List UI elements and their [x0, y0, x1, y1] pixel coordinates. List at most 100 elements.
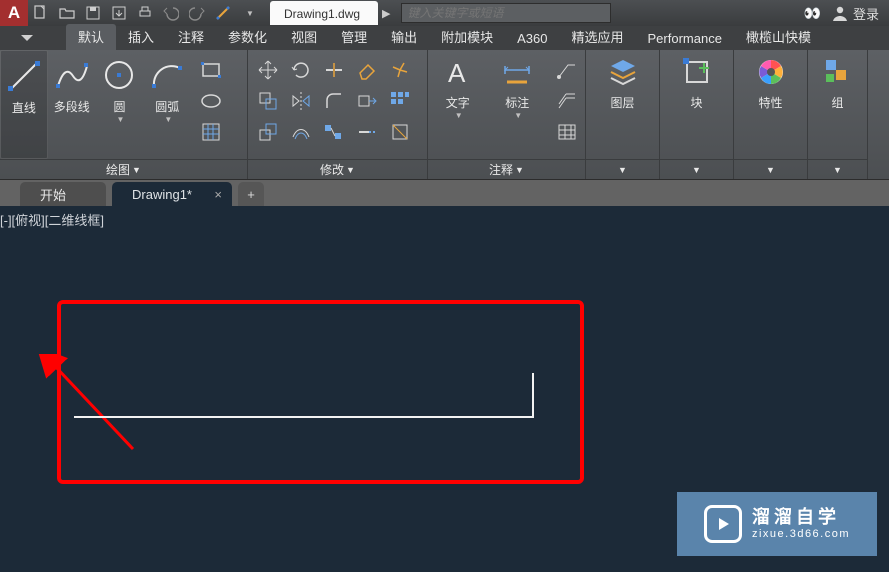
panel-draw-title[interactable]: 绘图▼ [0, 159, 247, 179]
tool-circle[interactable]: 圆▼ [96, 50, 144, 159]
tool-trim[interactable] [320, 56, 348, 84]
file-tab-new[interactable]: + [238, 182, 264, 206]
ribbon: 直线 多段线 圆▼ 圆弧▼ 绘图▼ [0, 50, 889, 180]
tool-offset[interactable] [287, 118, 315, 146]
ribbon-tab-insert[interactable]: 插入 [116, 24, 166, 50]
tool-mirror[interactable] [287, 87, 315, 115]
tool-dimension-label: 标注 [505, 94, 529, 111]
tool-layer[interactable]: 图层 [593, 50, 653, 159]
tool-block[interactable]: 块 [667, 50, 727, 159]
file-tab-strip: 开始 Drawing1* × + [0, 180, 889, 206]
ribbon-tab-output[interactable]: 输出 [379, 24, 429, 50]
qat-undo-icon[interactable] [159, 2, 183, 24]
tool-text-label: 文字 [446, 94, 470, 111]
tool-arc[interactable]: 圆弧▼ [143, 50, 191, 159]
tool-rotate[interactable] [287, 56, 315, 84]
watermark-brand: 溜溜自学 [752, 507, 850, 529]
tool-circle-label: 圆 [113, 98, 125, 115]
drawn-line-horizontal [74, 416, 534, 418]
tool-rectangle[interactable] [197, 56, 225, 84]
ribbon-tab-featured[interactable]: 精选应用 [560, 24, 636, 50]
panel-block-title[interactable]: ▼ [660, 159, 733, 179]
ribbon-tab-performance[interactable]: Performance [636, 28, 734, 50]
tool-stretch[interactable] [353, 87, 381, 115]
qat-new-icon[interactable] [29, 2, 53, 24]
user-icon[interactable] [831, 4, 849, 22]
tool-properties[interactable]: 特性 [741, 50, 801, 159]
tool-arc-label: 圆弧 [155, 98, 179, 115]
drawn-line-vertical [532, 373, 534, 418]
panel-group-label: 组 [831, 94, 843, 111]
block-icon [681, 56, 713, 88]
panel-block: 块 ▼ [660, 50, 734, 179]
ribbon-tab-view[interactable]: 视图 [279, 24, 329, 50]
tool-scale[interactable] [254, 118, 282, 146]
qat-open-icon[interactable] [55, 2, 79, 24]
qat-save-icon[interactable] [81, 2, 105, 24]
tool-mleader[interactable] [553, 87, 581, 115]
panel-annotation-title[interactable]: 注释▼ [428, 159, 585, 179]
ribbon-tab-a360[interactable]: A360 [505, 28, 559, 50]
doc-nav-icon[interactable]: ▶ [382, 7, 390, 20]
qat-dropdown-icon[interactable]: ▼ [237, 2, 261, 24]
panel-layer-title[interactable]: ▼ [586, 159, 659, 179]
app-menu-button[interactable]: A [0, 0, 28, 26]
viewport-label[interactable]: [-][俯视][二维线框] [0, 210, 104, 229]
watermark-url: zixue.3d66.com [752, 528, 850, 541]
tool-copy[interactable] [254, 87, 282, 115]
close-icon[interactable]: × [214, 187, 222, 202]
tool-polyline[interactable]: 多段线 [48, 50, 96, 159]
quick-access-toolbar: A ▼ Drawing1.dwg ▶ 👀 登录 [0, 0, 889, 26]
panel-group-title[interactable]: ▼ [808, 159, 867, 179]
panel-properties-title[interactable]: ▼ [734, 159, 807, 179]
ribbon-tab-parametric[interactable]: 参数化 [216, 24, 279, 50]
ribbon-tab-manage[interactable]: 管理 [329, 24, 379, 50]
tool-group[interactable]: 组 [810, 50, 866, 159]
tool-align[interactable] [320, 118, 348, 146]
polyline-icon [55, 58, 89, 92]
group-icon [822, 56, 854, 88]
tool-text[interactable]: A 文字▼ [428, 50, 488, 159]
tool-break[interactable] [386, 118, 414, 146]
svg-text:A: A [448, 58, 466, 88]
panel-modify: 修改▼ [248, 50, 428, 179]
tool-extend[interactable] [353, 118, 381, 146]
qat-measure-icon[interactable] [211, 2, 235, 24]
document-title: Drawing1.dwg [284, 7, 360, 21]
qat-print-icon[interactable] [133, 2, 157, 24]
tool-hatch[interactable] [197, 118, 225, 146]
search-input[interactable] [401, 3, 611, 23]
ribbon-tab-default[interactable]: 默认 [66, 24, 116, 50]
tool-polyline-label: 多段线 [54, 98, 90, 115]
panel-annotation: A 文字▼ 标注▼ 注释▼ [428, 50, 586, 179]
app-menu-dropdown[interactable] [0, 26, 54, 50]
tool-dimension[interactable]: 标注▼ [488, 50, 548, 159]
watermark: 溜溜自学 zixue.3d66.com [677, 492, 877, 556]
layer-icon [607, 56, 639, 88]
tool-line[interactable]: 直线 [0, 50, 48, 159]
tool-table[interactable] [553, 118, 581, 146]
panel-properties: 特性 ▼ [734, 50, 808, 179]
tool-line-label: 直线 [12, 99, 36, 116]
panel-modify-title[interactable]: 修改▼ [248, 159, 427, 179]
tool-move[interactable] [254, 56, 282, 84]
file-tab-start[interactable]: 开始 [20, 182, 106, 206]
file-tab-drawing1[interactable]: Drawing1* × [112, 182, 232, 206]
ribbon-tab-addins[interactable]: 附加模块 [429, 24, 505, 50]
tool-array[interactable] [386, 87, 414, 115]
tool-explode[interactable] [386, 56, 414, 84]
login-label[interactable]: 登录 [853, 4, 879, 23]
panel-group: 组 ▼ [808, 50, 868, 179]
ribbon-tab-annotate[interactable]: 注释 [166, 24, 216, 50]
drawing-canvas[interactable]: [-][俯视][二维线框] 溜溜自学 zixue.3d66.com [0, 206, 889, 572]
ribbon-tab-olive[interactable]: 橄榄山快模 [734, 24, 823, 50]
panel-properties-label: 特性 [758, 94, 782, 111]
tool-fillet[interactable] [320, 87, 348, 115]
qat-redo-icon[interactable] [185, 2, 209, 24]
tool-ellipse[interactable] [197, 87, 225, 115]
qat-saveas-icon[interactable] [107, 2, 131, 24]
document-title-tab[interactable]: Drawing1.dwg [270, 1, 378, 25]
tool-leader[interactable] [553, 56, 581, 84]
binoculars-icon[interactable]: 👀 [804, 5, 821, 22]
tool-erase[interactable] [353, 56, 381, 84]
